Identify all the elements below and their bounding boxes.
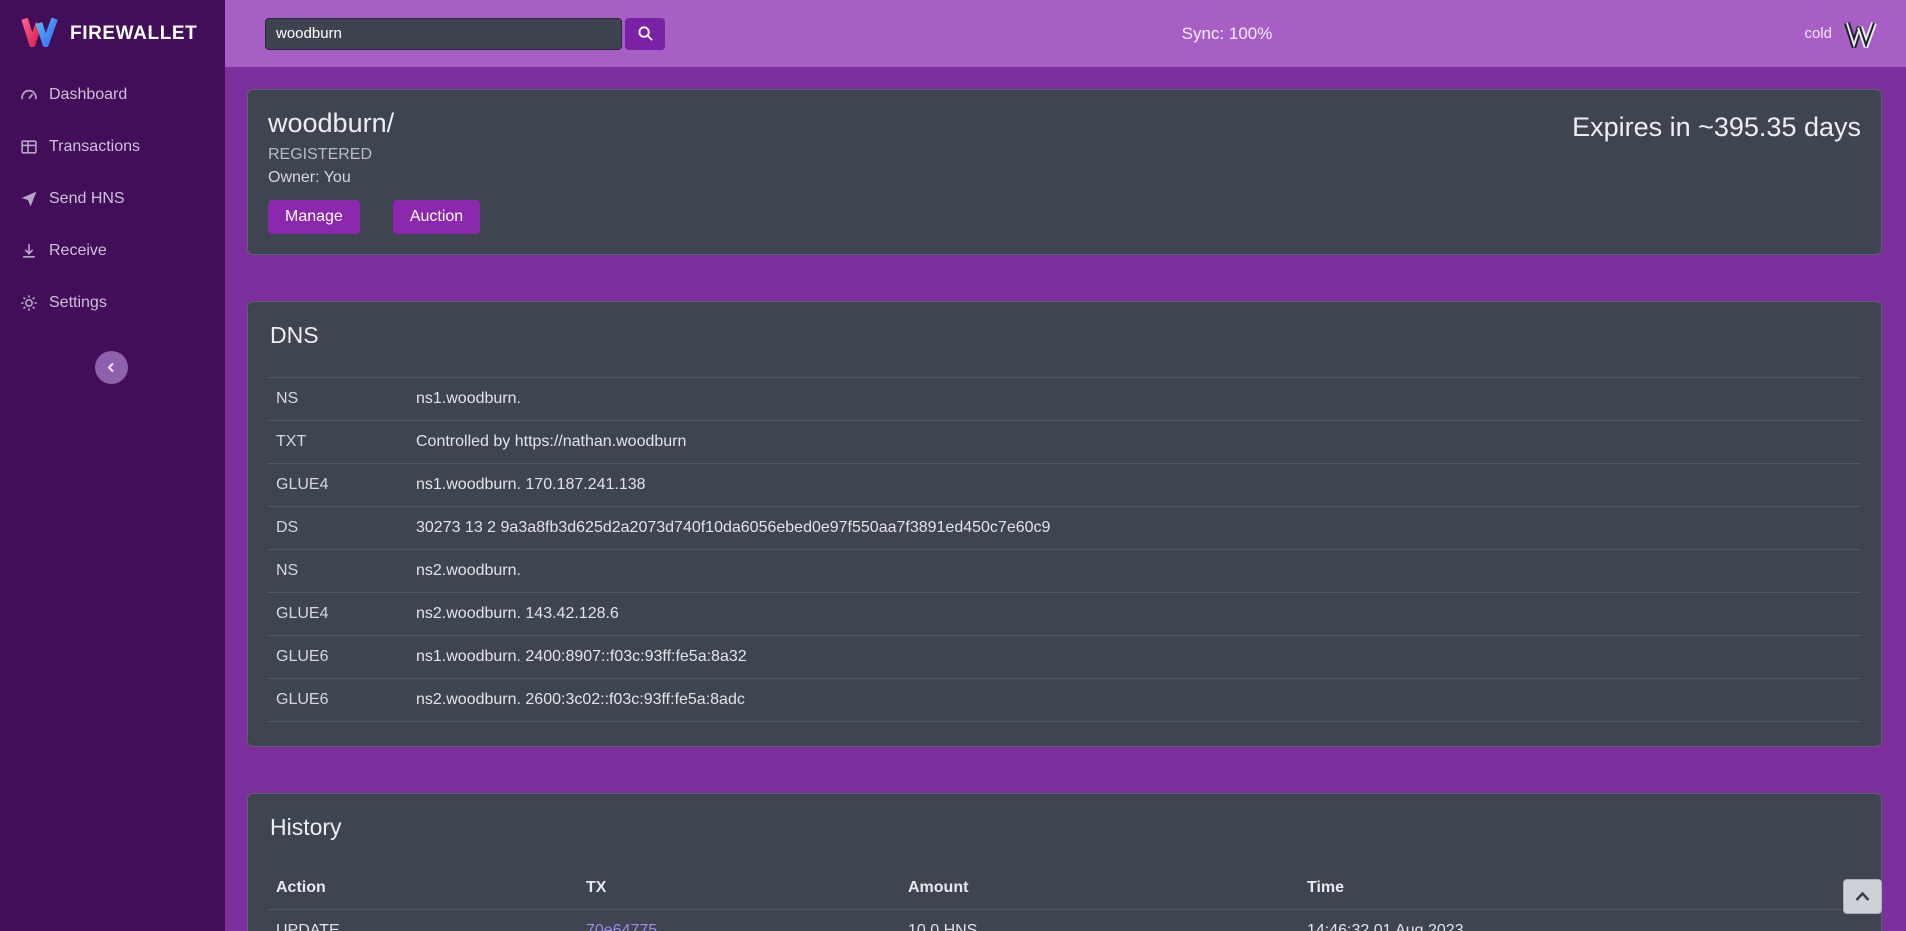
dns-record-type: GLUE6	[268, 636, 408, 679]
sidebar-item-send-hns[interactable]: Send HNS	[0, 173, 225, 225]
history-col-amount: Amount	[900, 869, 1299, 910]
history-header-row: Action TX Amount Time	[268, 869, 1861, 910]
history-col-action: Action	[268, 869, 578, 910]
domain-card: woodburn/ REGISTERED Owner: You Manage A…	[247, 89, 1882, 255]
dashboard-icon	[20, 86, 38, 104]
tx-link[interactable]: 70e64775...	[586, 922, 671, 931]
dns-record-row: TXT Controlled by https://nathan.woodbur…	[268, 421, 1861, 464]
domain-buttons: Manage Auction	[268, 200, 480, 234]
domain-owner: Owner: You	[268, 169, 480, 187]
dns-record-row: GLUE6 ns1.woodburn. 2400:8907::f03c:93ff…	[268, 636, 1861, 679]
dns-record-value: 30273 13 2 9a3a8fb3d625d2a2073d740f10da6…	[408, 507, 1861, 550]
sidebar-item-label: Settings	[49, 294, 107, 312]
sidebar-item-receive[interactable]: Receive	[0, 225, 225, 277]
chevron-left-icon	[104, 360, 119, 375]
settings-icon	[20, 294, 38, 312]
sidebar-item-transactions[interactable]: Transactions	[0, 121, 225, 173]
sidebar-item-label: Receive	[49, 242, 107, 260]
dns-record-row: DS 30273 13 2 9a3a8fb3d625d2a2073d740f10…	[268, 507, 1861, 550]
manage-button[interactable]: Manage	[268, 200, 360, 234]
history-row: UPDATE 70e64775... 10.0 HNS 14:46:32 01 …	[268, 910, 1861, 931]
scroll-to-top-button[interactable]	[1843, 879, 1882, 914]
sidebar-item-label: Transactions	[49, 138, 140, 156]
brand-title: FIREWALLET	[70, 23, 197, 45]
dns-record-type: GLUE4	[268, 593, 408, 636]
app-root: FIREWALLET Dashboard	[0, 0, 1906, 931]
wallet-logo-icon[interactable]	[1842, 20, 1878, 48]
dns-record-value: Controlled by https://nathan.woodburn	[408, 421, 1861, 464]
dns-record-type: NS	[268, 550, 408, 593]
brand[interactable]: FIREWALLET	[0, 0, 225, 67]
domain-card-left: woodburn/ REGISTERED Owner: You Manage A…	[268, 108, 480, 234]
firewallet-logo-icon	[20, 15, 58, 52]
history-col-tx: TX	[578, 869, 900, 910]
dns-card-title: DNS	[270, 322, 1861, 349]
sidebar-item-label: Dashboard	[49, 86, 127, 104]
dns-record-type: NS	[268, 378, 408, 421]
sidebar-collapse-button[interactable]	[95, 351, 128, 384]
dns-record-row: NS ns1.woodburn.	[268, 378, 1861, 421]
chevron-up-icon	[1853, 890, 1872, 903]
sidebar-item-label: Send HNS	[49, 190, 125, 208]
page-content: woodburn/ REGISTERED Owner: You Manage A…	[225, 67, 1906, 931]
auction-button[interactable]: Auction	[393, 200, 480, 234]
dns-record-value: ns1.woodburn.	[408, 378, 1861, 421]
receive-icon	[20, 242, 38, 260]
transactions-icon	[20, 138, 38, 156]
sidebar-item-dashboard[interactable]: Dashboard	[0, 69, 225, 121]
topbar: Sync: 100% cold	[225, 0, 1906, 67]
dns-table: NS ns1.woodburn. TXT Controlled by https…	[268, 377, 1861, 722]
wallet-status: cold	[1804, 20, 1878, 48]
dns-record-value: ns2.woodburn. 143.42.128.6	[408, 593, 1861, 636]
domain-status: REGISTERED	[268, 146, 480, 164]
wallet-name: cold	[1804, 25, 1832, 42]
dns-record-value: ns2.woodburn.	[408, 550, 1861, 593]
dns-record-value: ns1.woodburn. 170.187.241.138	[408, 464, 1861, 507]
history-table: Action TX Amount Time UPDATE 70e64775...…	[268, 869, 1861, 931]
history-action: UPDATE	[268, 910, 578, 931]
dns-record-type: GLUE4	[268, 464, 408, 507]
dns-record-type: TXT	[268, 421, 408, 464]
search-group	[265, 18, 665, 50]
dns-record-row: GLUE4 ns2.woodburn. 143.42.128.6	[268, 593, 1861, 636]
history-time: 14:46:32 01 Aug 2023	[1299, 910, 1861, 931]
sync-status: Sync: 100%	[1182, 24, 1273, 44]
search-icon	[637, 25, 654, 42]
dns-record-value: ns1.woodburn. 2400:8907::f03c:93ff:fe5a:…	[408, 636, 1861, 679]
dns-record-type: GLUE6	[268, 679, 408, 722]
search-button[interactable]	[625, 18, 665, 50]
dns-record-type: DS	[268, 507, 408, 550]
history-col-time: Time	[1299, 869, 1861, 910]
history-card: History Action TX Amount Time UPDATE	[247, 793, 1882, 931]
dns-record-row: NS ns2.woodburn.	[268, 550, 1861, 593]
sidebar-item-settings[interactable]: Settings	[0, 277, 225, 329]
domain-expiry: Expires in ~395.35 days	[1572, 112, 1861, 143]
domain-name: woodburn/	[268, 108, 480, 139]
main-area: Sync: 100% cold woodburn/ REGIS	[225, 0, 1906, 931]
dns-record-row: GLUE6 ns2.woodburn. 2600:3c02::f03c:93ff…	[268, 679, 1861, 722]
sidebar-nav: Dashboard Transactions S	[0, 67, 225, 329]
search-input[interactable]	[265, 18, 622, 50]
dns-card: DNS NS ns1.woodburn. TXT Controlled by h…	[247, 301, 1882, 747]
send-icon	[20, 190, 38, 208]
dns-record-value: ns2.woodburn. 2600:3c02::f03c:93ff:fe5a:…	[408, 679, 1861, 722]
history-card-title: History	[270, 814, 1861, 841]
dns-record-row: GLUE4 ns1.woodburn. 170.187.241.138	[268, 464, 1861, 507]
history-amount: 10.0 HNS	[900, 910, 1299, 931]
sidebar: FIREWALLET Dashboard	[0, 0, 225, 931]
